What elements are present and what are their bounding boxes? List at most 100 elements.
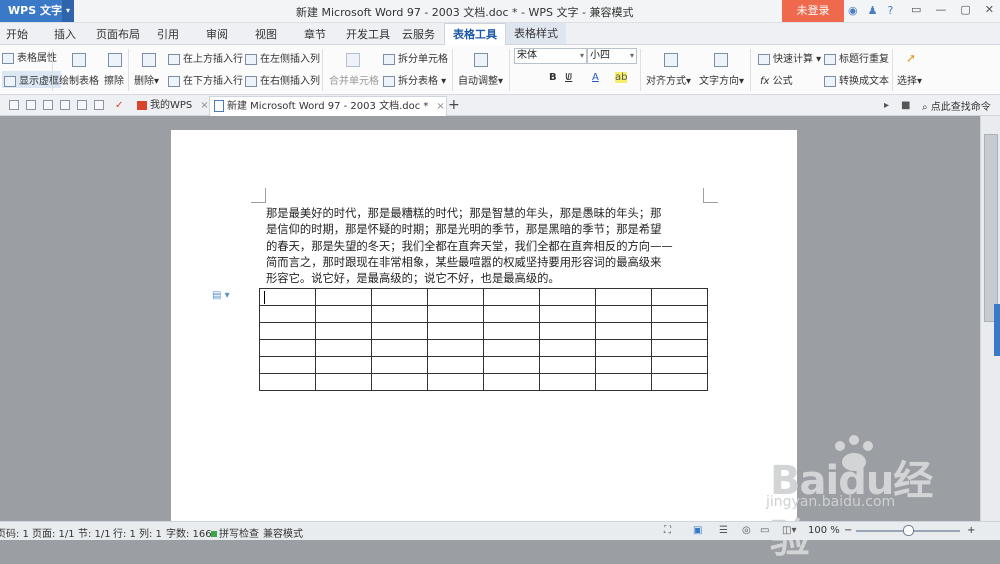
tab-page-layout[interactable]: 页面布局 [96, 26, 140, 42]
view-more-icon[interactable]: ◫▾ [782, 525, 796, 536]
table-cell[interactable] [539, 322, 596, 340]
table-cell[interactable] [651, 288, 708, 306]
table-cell[interactable] [539, 288, 596, 306]
table-cell[interactable] [595, 305, 652, 323]
table-cell[interactable] [427, 288, 484, 306]
formula-button[interactable]: fx 公式 [760, 72, 793, 87]
table-cell[interactable] [427, 356, 484, 374]
undo-icon[interactable] [77, 100, 87, 110]
delete-button[interactable]: 删除▾ [134, 72, 159, 87]
table-cell[interactable] [259, 356, 316, 374]
table-cell[interactable] [651, 322, 708, 340]
table-cell[interactable] [315, 322, 372, 340]
paragraph-options-icon[interactable]: ▤ ▾ [212, 290, 230, 301]
table-cell[interactable] [259, 322, 316, 340]
table-cell[interactable] [315, 288, 372, 306]
minimize-icon[interactable]: — [935, 3, 946, 16]
view-web-icon[interactable]: ◎ [742, 525, 751, 536]
table-cell[interactable] [315, 305, 372, 323]
scroll-thumb[interactable] [984, 134, 998, 322]
insert-col-left-button[interactable]: 在左侧插入列 [245, 50, 320, 65]
underline-glyph[interactable]: U [565, 72, 572, 83]
table-cell[interactable] [539, 356, 596, 374]
zoom-level[interactable]: 100 % [808, 525, 840, 536]
table-cell[interactable] [427, 305, 484, 323]
insert-row-above-button[interactable]: 在上方插入行 [168, 50, 243, 65]
new-doc-icon[interactable] [9, 100, 19, 110]
document-table[interactable] [259, 288, 708, 391]
toggle-icon[interactable]: ■ [901, 96, 910, 115]
table-cell[interactable] [539, 373, 596, 391]
search-command[interactable]: ⌕ 点此查找命令 [922, 98, 991, 113]
table-cell[interactable] [651, 305, 708, 323]
erase-button[interactable]: 擦除 [104, 72, 124, 87]
table-cell[interactable] [483, 339, 540, 357]
table-cell[interactable] [539, 339, 596, 357]
table-cell[interactable] [371, 305, 428, 323]
quick-calc-button[interactable]: 快速计算 ▾ [758, 50, 821, 65]
redo-icon[interactable] [94, 100, 104, 110]
maximize-icon[interactable]: ▢ [960, 3, 970, 16]
doc-icon-small[interactable]: ▸ [884, 96, 889, 115]
tab-insert[interactable]: 插入 [54, 26, 76, 42]
font-color-button[interactable]: A [592, 72, 599, 83]
tab-cloud[interactable]: 云服务 [402, 26, 435, 42]
doc-tab-mywps[interactable]: 我的WPS × [133, 96, 213, 115]
tab-references[interactable]: 引用 [157, 26, 179, 42]
view-read-icon[interactable]: ▭ [760, 525, 769, 536]
highlight-button[interactable]: ab [615, 72, 628, 83]
table-cell[interactable] [651, 373, 708, 391]
print-icon[interactable] [60, 100, 70, 110]
open-icon[interactable] [26, 100, 36, 110]
zoom-in-button[interactable]: + [967, 525, 975, 536]
app-menu-button[interactable]: WPS 文字 ▾ [0, 0, 74, 22]
table-cell[interactable] [483, 305, 540, 323]
table-cell[interactable] [595, 339, 652, 357]
text-direction-button[interactable]: 文字方向▾ [699, 72, 744, 87]
close-tab-icon[interactable]: × [200, 100, 208, 111]
tab-developer[interactable]: 开发工具 [346, 26, 390, 42]
table-cell[interactable] [315, 373, 372, 391]
table-cell[interactable] [371, 322, 428, 340]
insert-col-right-button[interactable]: 在右侧插入列 [245, 72, 320, 87]
table-cell[interactable] [539, 305, 596, 323]
table-cell[interactable] [595, 373, 652, 391]
help-icon[interactable]: ? [887, 4, 893, 17]
app-menu-arrow-icon[interactable]: ▾ [62, 0, 74, 22]
shirt-icon[interactable]: ♟ [868, 4, 878, 17]
insert-row-below-button[interactable]: 在下方插入行 [168, 72, 243, 87]
align-button[interactable]: 对齐方式▾ [646, 72, 691, 87]
table-cell[interactable] [259, 305, 316, 323]
table-cell[interactable] [483, 288, 540, 306]
merge-cells-button[interactable]: 合并单元格 [329, 72, 379, 87]
font-size-select[interactable]: 小四 ▾ [587, 48, 637, 64]
draw-table-button[interactable]: 绘制表格 [59, 72, 99, 87]
spellcheck-toggle[interactable]: 拼写检查 [211, 525, 259, 540]
table-cell[interactable] [483, 356, 540, 374]
table-cell[interactable] [595, 288, 652, 306]
tab-sections[interactable]: 章节 [304, 26, 326, 42]
close-icon[interactable]: ✕ [985, 3, 994, 16]
table-cell[interactable] [371, 373, 428, 391]
table-cell[interactable] [371, 339, 428, 357]
body-paragraph[interactable]: 那是最美好的时代，那是最糟糕的时代；那是智慧的年头，那是愚昧的年头；那 是信仰的… [266, 206, 709, 287]
table-cell[interactable] [259, 339, 316, 357]
tab-home[interactable]: 开始 [6, 26, 28, 42]
autofit-button[interactable]: 自动调整▾ [458, 72, 503, 87]
zoom-slider-handle[interactable] [903, 525, 914, 536]
view-page-icon[interactable]: ▣ [693, 525, 702, 536]
table-cell[interactable] [259, 373, 316, 391]
tab-review[interactable]: 审阅 [206, 26, 228, 42]
table-cell[interactable] [595, 356, 652, 374]
table-cell[interactable] [427, 339, 484, 357]
status-word-count[interactable]: 字数: 166 [166, 525, 212, 540]
select-button[interactable]: 选择▾ [897, 72, 922, 87]
split-cells-button[interactable]: 拆分单元格 [383, 50, 448, 65]
tab-table-style[interactable]: 表格样式 [506, 23, 566, 44]
table-properties-button[interactable]: 表格属性 [2, 49, 57, 64]
view-outline-icon[interactable]: ☰ [719, 525, 728, 536]
repeat-header-button[interactable]: 标题行重复 [824, 50, 889, 65]
table-cell[interactable] [427, 322, 484, 340]
close-tab-icon[interactable]: × [436, 101, 444, 112]
table-cell[interactable] [427, 373, 484, 391]
